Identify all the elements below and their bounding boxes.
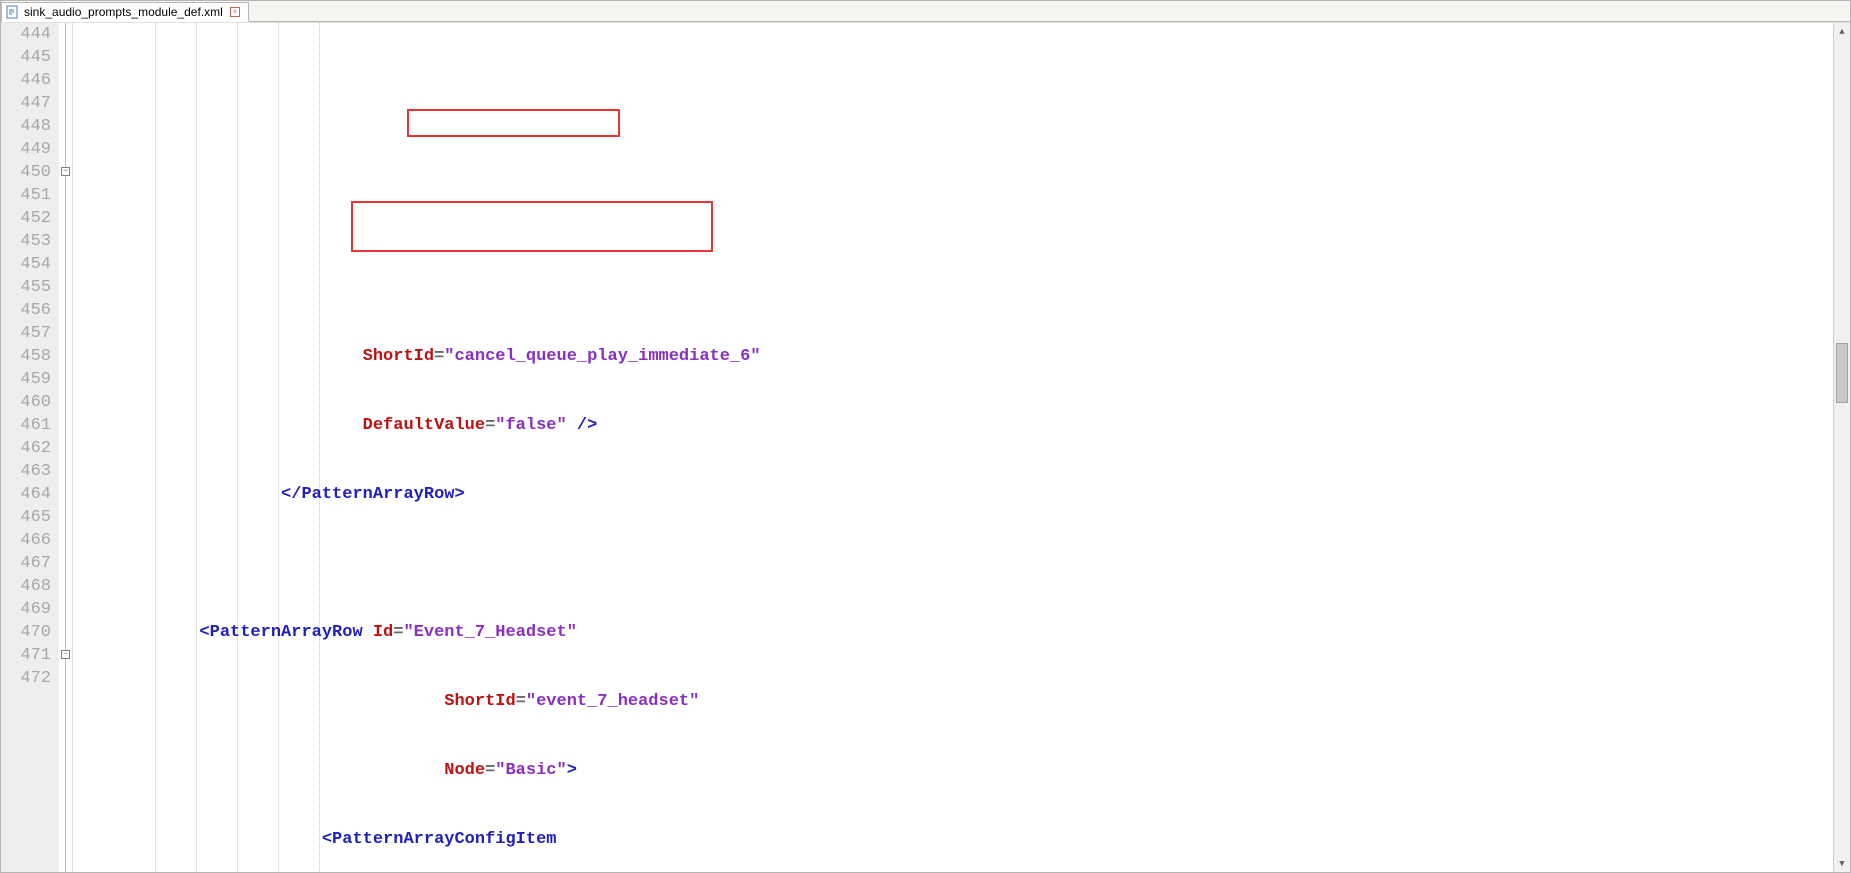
line-number-gutter: 444 445 446 447 448 449 450 451 452 453 … (1, 23, 59, 872)
line-number: 456 (1, 299, 51, 322)
code-editor: 444 445 446 447 448 449 450 451 452 453 … (1, 22, 1850, 872)
line-number: 459 (1, 368, 51, 391)
line-number: 455 (1, 276, 51, 299)
line-number: 446 (1, 69, 51, 92)
line-number: 448 (1, 115, 51, 138)
line-number: 445 (1, 46, 51, 69)
line-number: 450 (1, 161, 51, 184)
code-line (77, 552, 1833, 575)
line-number: 466 (1, 529, 51, 552)
scroll-up-icon[interactable]: ▲ (1834, 23, 1850, 40)
code-line: DefaultValue="false" /> (77, 414, 1833, 437)
code-line: Node="Basic"> (77, 759, 1833, 782)
tab-bar: sink_audio_prompts_module_def.xml × (1, 1, 1850, 22)
line-number: 462 (1, 437, 51, 460)
line-number: 472 (1, 667, 51, 690)
code-line: <PatternArrayRow Id="Event_7_Headset" (77, 621, 1833, 644)
line-number: 467 (1, 552, 51, 575)
annotation-box (407, 109, 620, 137)
code-area[interactable]: ShortId="cancel_queue_play_immediate_6" … (73, 23, 1833, 872)
line-number: 465 (1, 506, 51, 529)
code-line: ShortId="cancel_queue_play_immediate_6" (77, 345, 1833, 368)
fold-guide-line (65, 23, 66, 872)
scrollbar-thumb[interactable] (1836, 343, 1848, 403)
scroll-down-icon[interactable]: ▼ (1834, 855, 1850, 872)
vertical-scrollbar[interactable]: ▲ ▼ (1833, 23, 1850, 872)
line-number: 453 (1, 230, 51, 253)
annotation-box (351, 201, 713, 252)
editor-frame: sink_audio_prompts_module_def.xml × 444 … (0, 0, 1851, 873)
line-number: 458 (1, 345, 51, 368)
line-number: 454 (1, 253, 51, 276)
line-number: 449 (1, 138, 51, 161)
line-number: 464 (1, 483, 51, 506)
line-number: 460 (1, 391, 51, 414)
fold-toggle-icon[interactable]: − (61, 167, 70, 176)
code-line: <PatternArrayConfigItem (77, 828, 1833, 851)
line-number: 468 (1, 575, 51, 598)
xml-file-icon (6, 5, 20, 19)
fold-toggle-icon[interactable]: − (61, 650, 70, 659)
line-number: 463 (1, 460, 51, 483)
line-number: 461 (1, 414, 51, 437)
fold-column: − − (59, 23, 73, 872)
tab-close-icon[interactable]: × (230, 7, 240, 17)
line-number: 444 (1, 23, 51, 46)
line-number: 470 (1, 621, 51, 644)
code-line: </PatternArrayRow> (77, 483, 1833, 506)
tab-filename: sink_audio_prompts_module_def.xml (24, 5, 223, 19)
line-number: 452 (1, 207, 51, 230)
line-number: 469 (1, 598, 51, 621)
line-number: 457 (1, 322, 51, 345)
file-tab[interactable]: sink_audio_prompts_module_def.xml × (1, 2, 249, 22)
code-line: ShortId="event_7_headset" (77, 690, 1833, 713)
line-number: 447 (1, 92, 51, 115)
line-number: 471 (1, 644, 51, 667)
line-number: 451 (1, 184, 51, 207)
